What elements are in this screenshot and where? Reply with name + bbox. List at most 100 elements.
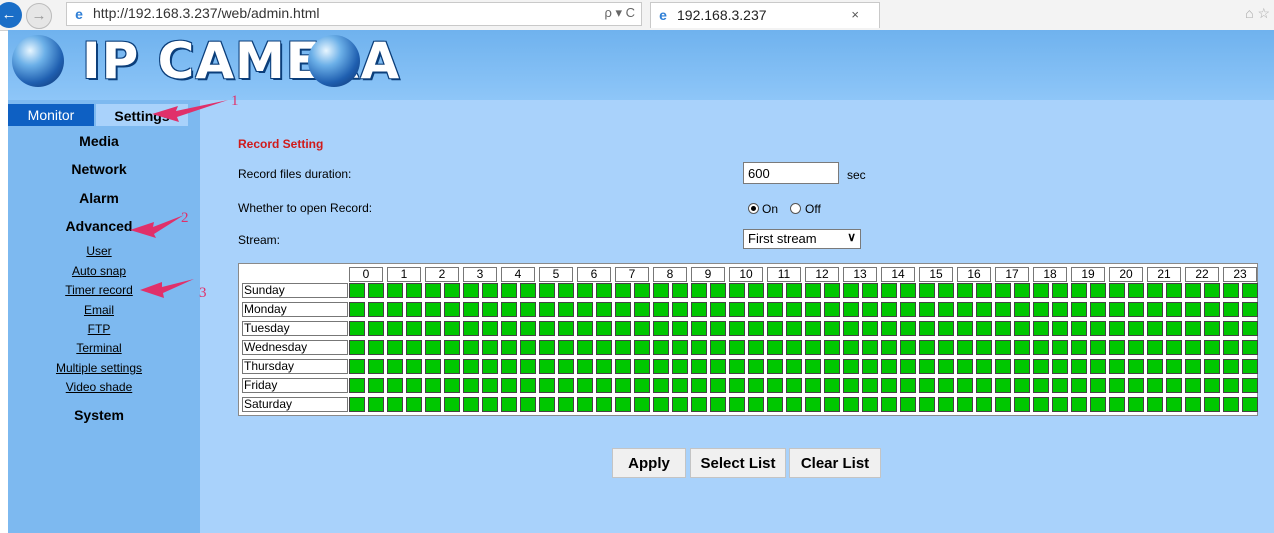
schedule-cell[interactable] — [1166, 397, 1182, 412]
menu-media[interactable]: Media — [8, 133, 190, 149]
schedule-cell[interactable] — [368, 283, 384, 298]
schedule-cell[interactable] — [710, 397, 726, 412]
schedule-cell[interactable] — [653, 321, 669, 336]
menu-network[interactable]: Network — [8, 161, 190, 177]
schedule-cell[interactable] — [710, 283, 726, 298]
menu-item-ftp[interactable]: FTP — [8, 322, 190, 336]
schedule-cell[interactable] — [1204, 283, 1220, 298]
schedule-cell[interactable] — [482, 321, 498, 336]
schedule-cell[interactable] — [976, 340, 992, 355]
schedule-cell[interactable] — [558, 359, 574, 374]
schedule-cell[interactable] — [843, 302, 859, 317]
schedule-cell[interactable] — [520, 378, 536, 393]
schedule-cell[interactable] — [1033, 283, 1049, 298]
schedule-cell[interactable] — [1071, 378, 1087, 393]
schedule-cell[interactable] — [1185, 283, 1201, 298]
schedule-cell[interactable] — [957, 397, 973, 412]
schedule-cell[interactable] — [786, 359, 802, 374]
schedule-cell[interactable] — [938, 283, 954, 298]
schedule-cell[interactable] — [349, 359, 365, 374]
schedule-cell[interactable] — [653, 340, 669, 355]
schedule-cell[interactable] — [805, 378, 821, 393]
schedule-cell[interactable] — [748, 302, 764, 317]
schedule-cell[interactable] — [387, 302, 403, 317]
schedule-cell[interactable] — [805, 340, 821, 355]
close-tab-icon[interactable]: × — [851, 7, 859, 22]
schedule-cell[interactable] — [368, 321, 384, 336]
schedule-cell[interactable] — [482, 378, 498, 393]
schedule-cell[interactable] — [558, 340, 574, 355]
hour-header-12[interactable]: 12 — [805, 267, 839, 282]
schedule-cell[interactable] — [406, 397, 422, 412]
schedule-cell[interactable] — [1109, 359, 1125, 374]
schedule-cell[interactable] — [615, 340, 631, 355]
schedule-cell[interactable] — [1204, 378, 1220, 393]
schedule-cell[interactable] — [653, 397, 669, 412]
schedule-cell[interactable] — [919, 397, 935, 412]
schedule-cell[interactable] — [1090, 359, 1106, 374]
schedule-cell[interactable] — [1109, 397, 1125, 412]
schedule-cell[interactable] — [349, 283, 365, 298]
schedule-cell[interactable] — [995, 378, 1011, 393]
schedule-cell[interactable] — [520, 321, 536, 336]
schedule-cell[interactable] — [406, 340, 422, 355]
schedule-cell[interactable] — [1242, 283, 1258, 298]
schedule-cell[interactable] — [349, 321, 365, 336]
schedule-cell[interactable] — [1128, 283, 1144, 298]
schedule-cell[interactable] — [805, 397, 821, 412]
schedule-cell[interactable] — [1128, 378, 1144, 393]
schedule-cell[interactable] — [539, 397, 555, 412]
schedule-cell[interactable] — [406, 302, 422, 317]
menu-item-multiple-settings[interactable]: Multiple settings — [8, 361, 190, 375]
schedule-cell[interactable] — [577, 397, 593, 412]
schedule-cell[interactable] — [425, 378, 441, 393]
schedule-cell[interactable] — [1014, 302, 1030, 317]
schedule-cell[interactable] — [843, 397, 859, 412]
schedule-cell[interactable] — [501, 340, 517, 355]
schedule-cell[interactable] — [672, 302, 688, 317]
schedule-cell[interactable] — [1109, 378, 1125, 393]
menu-alarm[interactable]: Alarm — [8, 190, 190, 206]
hour-header-3[interactable]: 3 — [463, 267, 497, 282]
schedule-cell[interactable] — [1147, 340, 1163, 355]
schedule-cell[interactable] — [1071, 359, 1087, 374]
schedule-cell[interactable] — [577, 302, 593, 317]
toolbar-icons[interactable]: ⌂ ☆ — [1245, 5, 1270, 22]
schedule-cell[interactable] — [767, 283, 783, 298]
schedule-cell[interactable] — [1147, 359, 1163, 374]
schedule-cell[interactable] — [1052, 302, 1068, 317]
schedule-cell[interactable] — [1090, 321, 1106, 336]
hour-header-14[interactable]: 14 — [881, 267, 915, 282]
schedule-cell[interactable] — [577, 359, 593, 374]
schedule-cell[interactable] — [881, 321, 897, 336]
schedule-cell[interactable] — [539, 283, 555, 298]
menu-system[interactable]: System — [8, 407, 190, 423]
day-label-monday[interactable]: Monday — [242, 302, 348, 317]
hour-header-11[interactable]: 11 — [767, 267, 801, 282]
schedule-cell[interactable] — [691, 359, 707, 374]
schedule-cell[interactable] — [881, 283, 897, 298]
schedule-cell[interactable] — [444, 340, 460, 355]
schedule-cell[interactable] — [406, 378, 422, 393]
schedule-cell[interactable] — [824, 397, 840, 412]
schedule-cell[interactable] — [596, 378, 612, 393]
menu-item-video-shade[interactable]: Video shade — [8, 380, 190, 394]
menu-item-terminal[interactable]: Terminal — [8, 341, 190, 355]
schedule-cell[interactable] — [786, 378, 802, 393]
schedule-cell[interactable] — [1242, 321, 1258, 336]
schedule-cell[interactable] — [1052, 359, 1068, 374]
schedule-cell[interactable] — [995, 302, 1011, 317]
hour-header-0[interactable]: 0 — [349, 267, 383, 282]
schedule-cell[interactable] — [862, 397, 878, 412]
schedule-cell[interactable] — [1033, 302, 1049, 317]
schedule-cell[interactable] — [539, 302, 555, 317]
schedule-cell[interactable] — [1147, 397, 1163, 412]
schedule-cell[interactable] — [444, 321, 460, 336]
hour-header-5[interactable]: 5 — [539, 267, 573, 282]
schedule-cell[interactable] — [634, 397, 650, 412]
schedule-cell[interactable] — [900, 283, 916, 298]
address-controls[interactable]: ρ ▾ C — [604, 5, 635, 21]
schedule-cell[interactable] — [1242, 302, 1258, 317]
schedule-cell[interactable] — [843, 378, 859, 393]
schedule-cell[interactable] — [577, 321, 593, 336]
